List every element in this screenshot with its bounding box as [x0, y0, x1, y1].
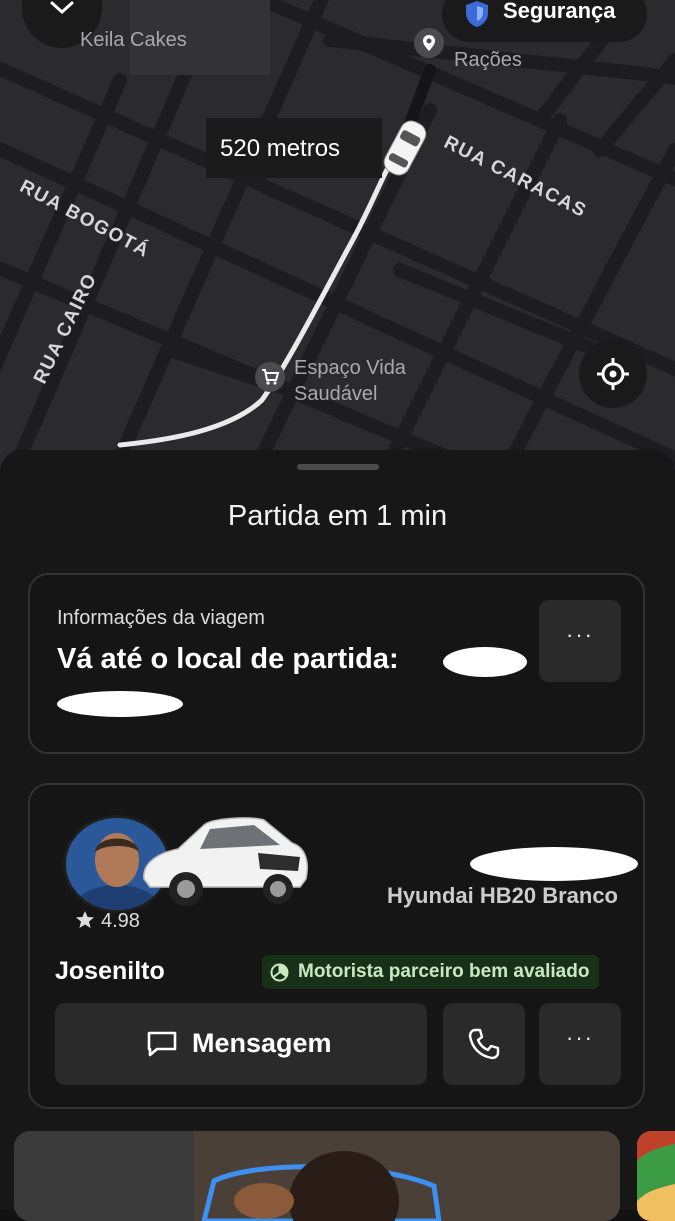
redaction-mark: [57, 691, 183, 717]
place-saudavel: Saudável: [294, 383, 378, 405]
badge-label: Motorista parceiro bem avaliado: [298, 961, 590, 982]
vehicle-description: Hyundai HB20 Branco: [386, 883, 618, 908]
chevron-down-icon: [50, 1, 74, 15]
location-pin-icon: [414, 28, 444, 58]
recenter-button[interactable]: [579, 340, 647, 408]
redaction-mark: [443, 647, 527, 677]
badge-icon: [270, 963, 289, 982]
trip-info-card: Informações da viagem Vá até o local de …: [28, 573, 645, 754]
crosshair-icon: [597, 358, 629, 390]
redaction-mark: [470, 847, 638, 881]
shield-icon: [466, 1, 488, 27]
place-keila-cakes: Keila Cakes: [80, 29, 187, 51]
pickup-instruction: Vá até o local de partida:: [57, 643, 399, 675]
distance-badge: 520 metros: [206, 118, 382, 178]
trip-options-button[interactable]: ···: [539, 600, 621, 682]
place-espaco-vida: Espaço Vida: [294, 357, 406, 379]
message-button[interactable]: Mensagem: [55, 1003, 427, 1085]
top-rated-badge: Motorista parceiro bem avaliado: [262, 955, 600, 989]
promo-card-next[interactable]: [637, 1131, 675, 1221]
driver-rating: 4.98: [75, 910, 140, 933]
car-image: [130, 807, 315, 922]
star-icon: [76, 911, 94, 928]
sheet-title: Partida em 1 min: [227, 500, 448, 532]
place-racoes: Rações: [454, 49, 522, 71]
rating-value: 4.98: [101, 910, 140, 932]
driver-options-button[interactable]: ···: [539, 1003, 621, 1085]
driver-name: Josenilto: [55, 957, 165, 985]
driver-card: 4.98 Hyundai HB20 Branco Josenilto Motor…: [28, 783, 645, 1109]
map[interactable]: Keila Cakes Rações Segurança 520 metros …: [0, 0, 675, 470]
more-icon: ···: [566, 622, 594, 647]
distance-text: 520 metros: [220, 135, 341, 162]
call-button[interactable]: [443, 1003, 525, 1085]
more-icon: ···: [566, 1025, 594, 1050]
safety-label: Segurança: [503, 0, 616, 23]
message-label: Mensagem: [192, 1028, 332, 1058]
promo-card[interactable]: [14, 1131, 620, 1221]
safety-button[interactable]: Segurança: [442, 0, 647, 42]
chat-icon: [147, 1031, 177, 1057]
shopping-cart-icon: [255, 362, 285, 392]
drag-handle[interactable]: [297, 464, 379, 470]
trip-info-label: Informações da viagem: [57, 607, 265, 629]
trip-sheet: Partida em 1 min Informações da viagem V…: [0, 450, 675, 1210]
phone-icon: [468, 1028, 500, 1060]
